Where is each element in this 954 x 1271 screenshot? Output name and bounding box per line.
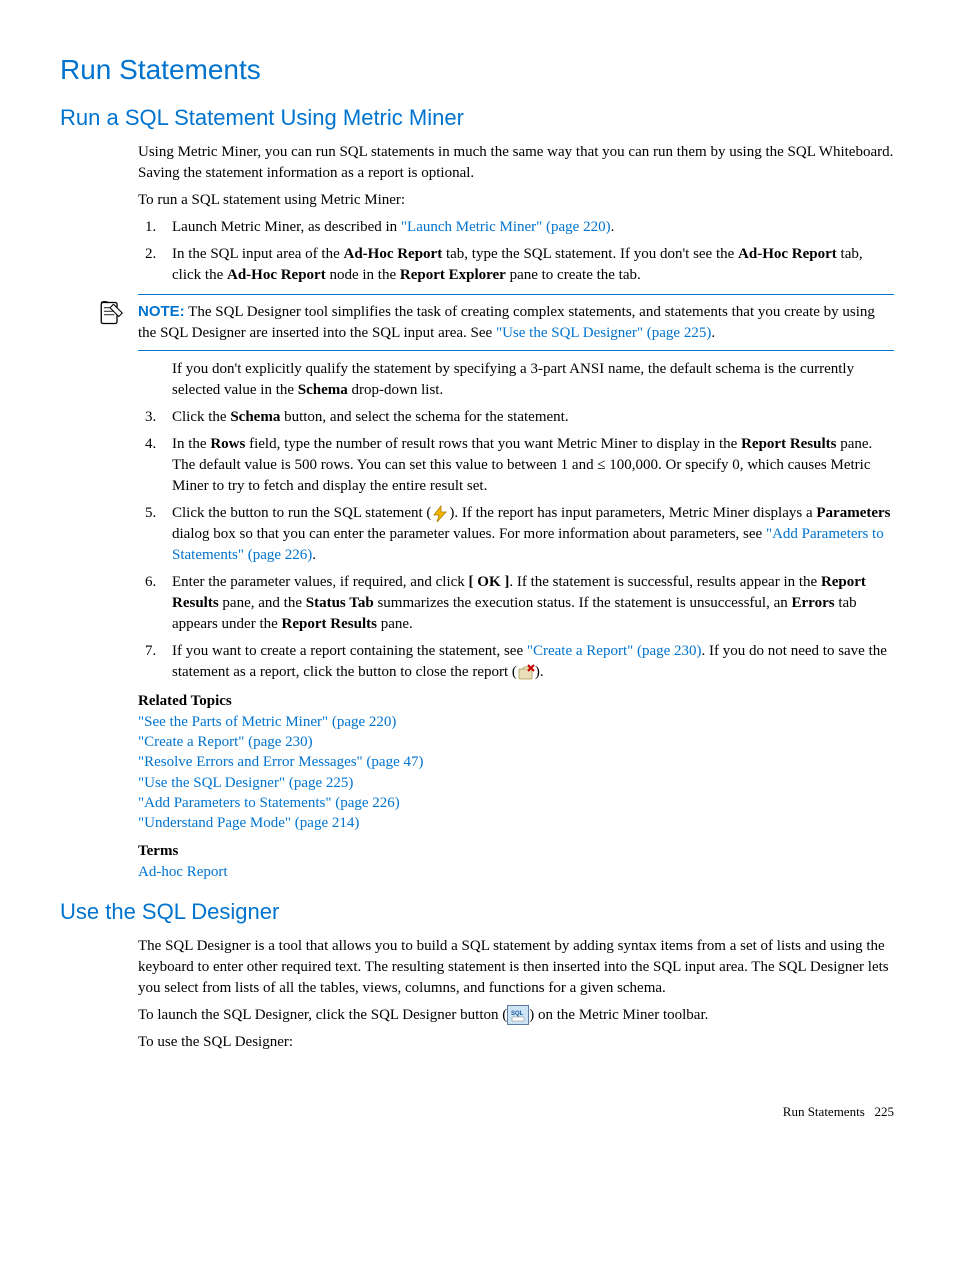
intro-lead: To run a SQL statement using Metric Mine… — [138, 190, 894, 211]
step-2: In the SQL input area of the Ad-Hoc Repo… — [160, 244, 894, 286]
terms-heading: Terms — [138, 841, 894, 862]
link-understand-page-mode[interactable]: "Understand Page Mode" (page 214) — [138, 813, 894, 833]
link-launch-metric-miner[interactable]: "Launch Metric Miner" (page 220) — [401, 219, 611, 235]
step-5: Click the button to run the SQL statemen… — [160, 503, 894, 566]
step-6: Enter the parameter values, if required,… — [160, 572, 894, 635]
designer-use-lead: To use the SQL Designer: — [138, 1032, 894, 1053]
section-heading-run-sql: Run a SQL Statement Using Metric Miner — [60, 103, 894, 134]
step-1: Launch Metric Miner, as described in "La… — [160, 217, 894, 238]
note-label: NOTE: — [138, 303, 185, 320]
link-create-report[interactable]: "Create a Report" (page 230) — [527, 643, 702, 659]
link-see-parts[interactable]: "See the Parts of Metric Miner" (page 22… — [138, 712, 894, 732]
designer-launch: To launch the SQL Designer, click the SQ… — [138, 1005, 894, 1026]
section-heading-use-sql-designer: Use the SQL Designer — [60, 897, 894, 928]
intro-paragraph: Using Metric Miner, you can run SQL stat… — [138, 142, 894, 184]
step-3: Click the Schema button, and select the … — [160, 407, 894, 428]
link-use-sql-designer-2[interactable]: "Use the SQL Designer" (page 225) — [138, 773, 894, 793]
link-use-sql-designer-note[interactable]: "Use the SQL Designer" (page 225) — [496, 325, 711, 341]
schema-default-paragraph: If you don't explicitly qualify the stat… — [160, 359, 894, 401]
link-resolve-errors[interactable]: "Resolve Errors and Error Messages" (pag… — [138, 752, 894, 772]
link-adhoc-report-term[interactable]: Ad-hoc Report — [138, 862, 894, 882]
svg-text:SQL: SQL — [511, 1011, 524, 1017]
page-title: Run Statements — [60, 50, 894, 89]
close-report-icon — [517, 664, 535, 682]
page-footer: Run Statements 225 — [60, 1103, 894, 1121]
link-add-parameters-2[interactable]: "Add Parameters to Statements" (page 226… — [138, 793, 894, 813]
step-4: In the Rows field, type the number of re… — [160, 434, 894, 497]
designer-intro: The SQL Designer is a tool that allows y… — [138, 936, 894, 999]
note-block: NOTE: The SQL Designer tool simplifies t… — [138, 294, 894, 351]
link-create-report-2[interactable]: "Create a Report" (page 230) — [138, 732, 894, 752]
lightning-run-icon — [431, 505, 449, 523]
step-7: If you want to create a report containin… — [160, 641, 894, 683]
sql-designer-button-icon: SQL — [507, 1005, 529, 1025]
related-topics-heading: Related Topics — [138, 691, 894, 712]
note-icon — [96, 299, 124, 327]
